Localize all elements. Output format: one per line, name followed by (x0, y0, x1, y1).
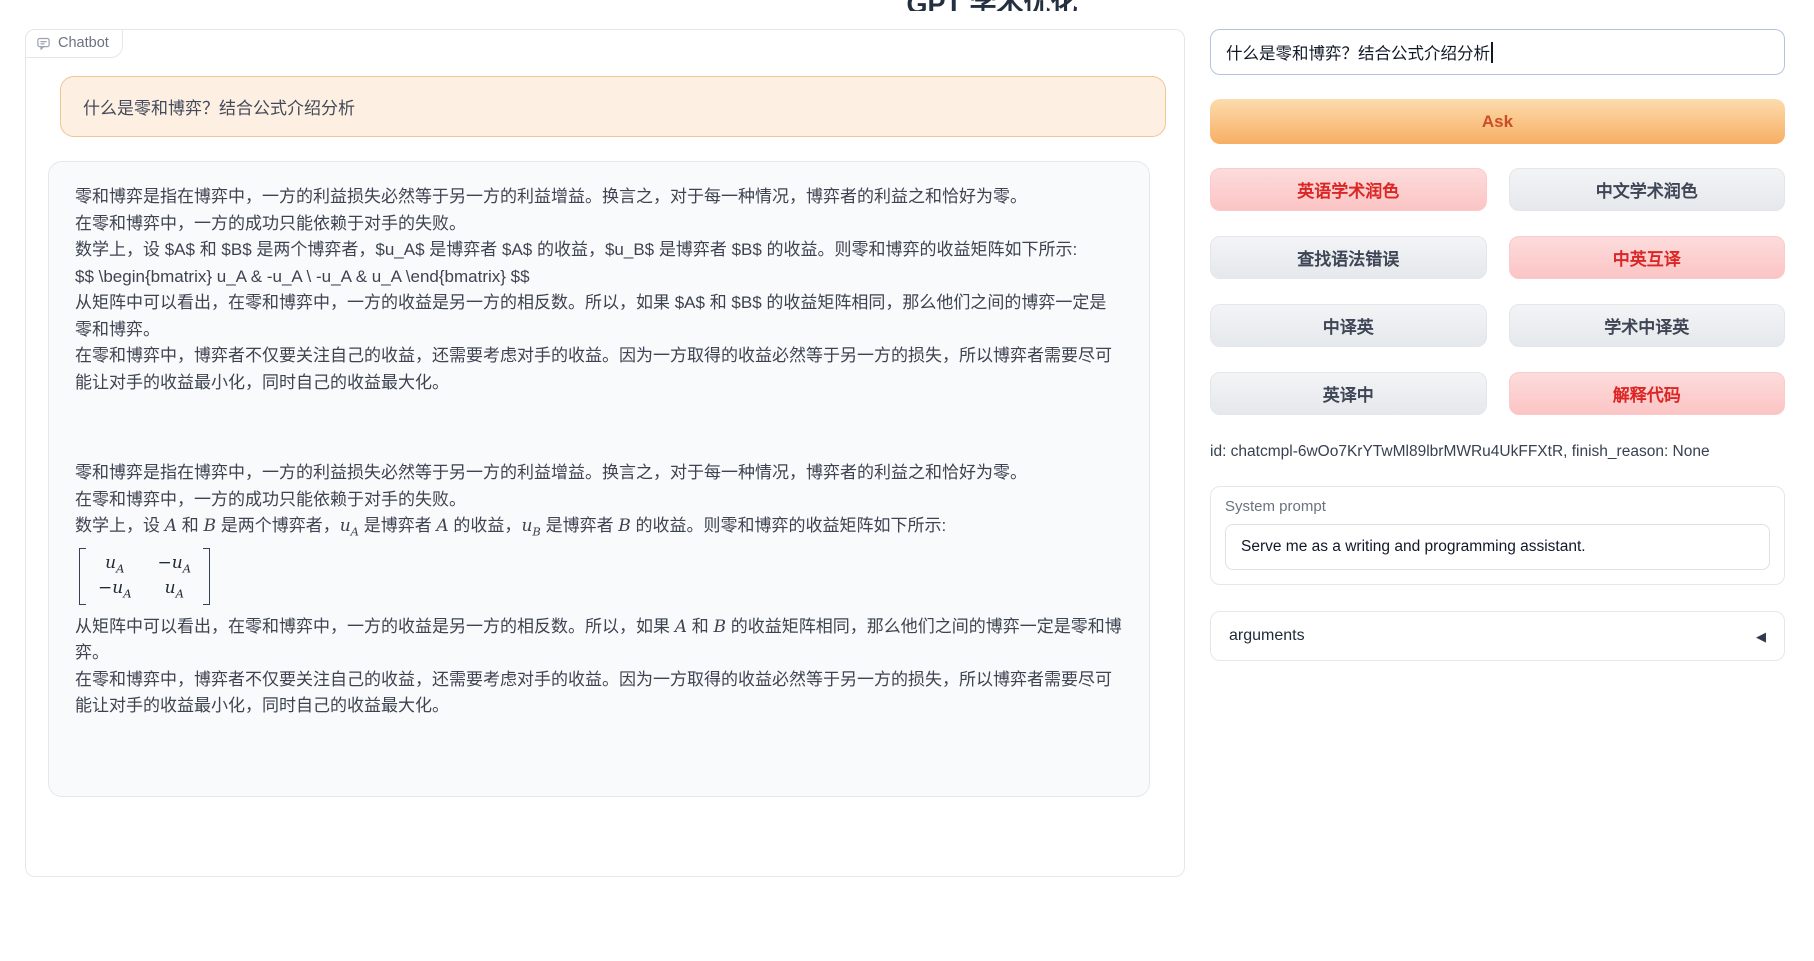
user-message-bubble: 什么是零和博弈？结合公式介绍分析 (60, 76, 1166, 137)
control-column: 什么是零和博弈？结合公式介绍分析 Ask 英语学术润色 中文学术润色 查找语法错… (1210, 29, 1785, 661)
matrix-cell: −uA (158, 552, 192, 576)
question-input-value: 什么是零和博弈？结合公式介绍分析 (1226, 40, 1490, 64)
action-chinese-academic-polish[interactable]: 中文学术润色 (1509, 168, 1786, 211)
question-input[interactable]: 什么是零和博弈？结合公式介绍分析 (1210, 29, 1785, 75)
action-zh-to-en[interactable]: 中译英 (1210, 304, 1487, 347)
bot-message-line: 数学上，设 A 和 B 是两个博弈者，uA 是博弈者 A 的收益，uB 是博弈者… (75, 513, 1123, 541)
matrix-cell: uA (158, 577, 192, 601)
bot-message-bubble: 零和博弈是指在博弈中，一方的利益损失必然等于另一方的利益增益。换言之，对于每一种… (48, 161, 1150, 797)
matrix-cell: −uA (98, 577, 132, 601)
action-button-grid: 英语学术润色 中文学术润色 查找语法错误 中英互译 中译英 学术中译英 英译中 … (1210, 168, 1785, 415)
action-explain-code[interactable]: 解释代码 (1509, 372, 1786, 415)
action-zh-en-mutual-translate[interactable]: 中英互译 (1509, 236, 1786, 279)
message-list: 什么是零和博弈？结合公式介绍分析 零和博弈是指在博弈中，一方的利益损失必然等于另… (26, 30, 1184, 797)
user-message-text: 什么是零和博弈？结合公式介绍分析 (83, 99, 355, 118)
bot-message-line: 从矩阵中可以看出，在零和博弈中，一方的收益是另一方的相反数。所以，如果 $A$ … (75, 290, 1123, 343)
bot-message-line: 在零和博弈中，一方的成功只能依赖于对手的失败。 (75, 487, 1123, 514)
response-status-line: id: chatcmpl-6wOo7KrYTwMl89lbrMWRu4UkFFX… (1210, 443, 1785, 461)
system-prompt-label: System prompt (1225, 498, 1770, 515)
bot-message-line: 在零和博弈中，博弈者不仅要关注自己的收益，还需要考虑对手的收益。因为一方取得的收… (75, 667, 1123, 720)
bot-rendered-block: 零和博弈是指在博弈中，一方的利益损失必然等于另一方的利益增益。换言之，对于每一种… (75, 460, 1123, 719)
bot-raw-block: 零和博弈是指在博弈中，一方的利益损失必然等于另一方的利益增益。换言之，对于每一种… (75, 184, 1123, 396)
text-caret (1491, 42, 1493, 63)
bot-message-line: 在零和博弈中，一方的成功只能依赖于对手的失败。 (75, 211, 1123, 238)
action-english-academic-polish[interactable]: 英语学术润色 (1210, 168, 1487, 211)
payoff-matrix: uA −uA −uA uA (79, 548, 210, 605)
matrix-right-bracket (203, 548, 210, 605)
system-prompt-group: System prompt Serve me as a writing and … (1210, 486, 1785, 585)
system-prompt-input[interactable]: Serve me as a writing and programming as… (1225, 524, 1770, 570)
matrix-cells: uA −uA −uA uA (86, 548, 203, 605)
matrix-left-bracket (79, 548, 86, 605)
action-en-to-zh[interactable]: 英译中 (1210, 372, 1487, 415)
chatbot-label: Chatbot (25, 29, 123, 58)
arguments-accordion-label: arguments (1229, 627, 1305, 645)
action-academic-zh-to-en[interactable]: 学术中译英 (1509, 304, 1786, 347)
bot-message-line: 数学上，设 $A$ 和 $B$ 是两个博弈者，$u_A$ 是博弈者 $A$ 的收… (75, 237, 1123, 264)
collapse-arrow-icon: ◀ (1756, 630, 1766, 643)
bot-message-line: 从矩阵中可以看出，在零和博弈中，一方的收益是另一方的相反数。所以，如果 A 和 … (75, 614, 1123, 667)
bot-message-latex-source: $$ \begin{bmatrix} u_A & -u_A \ -u_A & u… (75, 264, 1123, 291)
page-title: GPT 学术优化 (872, 0, 1112, 11)
action-find-grammar-errors[interactable]: 查找语法错误 (1210, 236, 1487, 279)
chatbot-label-text: Chatbot (58, 35, 109, 51)
ask-button[interactable]: Ask (1210, 99, 1785, 144)
chatbot-panel: Chatbot 什么是零和博弈？结合公式介绍分析 零和博弈是指在博弈中，一方的利… (25, 29, 1185, 877)
matrix-cell: uA (98, 552, 132, 576)
bot-message-line: 零和博弈是指在博弈中，一方的利益损失必然等于另一方的利益增益。换言之，对于每一种… (75, 460, 1123, 487)
arguments-accordion[interactable]: arguments ◀ (1210, 611, 1785, 661)
chat-bubble-icon (36, 36, 51, 51)
bot-message-line: 在零和博弈中，博弈者不仅要关注自己的收益，还需要考虑对手的收益。因为一方取得的收… (75, 343, 1123, 396)
bot-message-line: 零和博弈是指在博弈中，一方的利益损失必然等于另一方的利益增益。换言之，对于每一种… (75, 184, 1123, 211)
